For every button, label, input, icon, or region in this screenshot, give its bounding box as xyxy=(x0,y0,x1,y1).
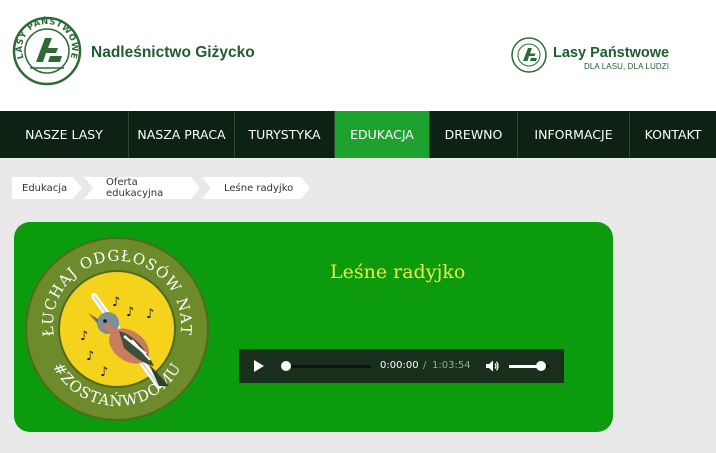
progress-thumb[interactable] xyxy=(281,361,291,371)
brand-block[interactable]: Lasy Państwowe DLA LASU, DLA LUDZI xyxy=(553,45,670,72)
lasy-panstwowe-logo-icon[interactable]: LASY PAŃSTWOWE xyxy=(12,15,82,86)
time-total: 1:03:54 xyxy=(432,360,471,371)
brand-name: Lasy Państwowe xyxy=(553,45,670,61)
nature-sounds-badge: POSŁUCHAJ ODGŁOSÓW NATURY #ZOSTAŃWDOMU ♪… xyxy=(17,222,210,422)
nav-item-informacje[interactable]: INFORMACJE xyxy=(518,111,630,158)
nav-item-nasza-praca[interactable]: NASZA PRACA xyxy=(129,111,235,158)
audio-player: 0:00:00 / 1:03:54 xyxy=(239,349,564,383)
breadcrumb-item-oferta[interactable]: Oferta edukacyjna xyxy=(84,177,200,199)
time-current: 0:00:00 xyxy=(380,360,419,371)
svg-text:♪: ♪ xyxy=(86,349,94,364)
svg-text:♪: ♪ xyxy=(126,305,134,320)
lasy-panstwowe-logo-small-icon[interactable] xyxy=(511,37,547,73)
play-icon[interactable] xyxy=(254,360,264,372)
breadcrumb: Edukacja Oferta edukacyjna Leśne radyjko xyxy=(12,177,312,199)
breadcrumb-item-current: Leśne radyjko xyxy=(202,177,310,199)
svg-text:♪: ♪ xyxy=(146,307,154,322)
site-header: LASY PAŃSTWOWE Nadleśnictwo Giżycko Lasy… xyxy=(0,0,716,111)
nav-item-turystyka[interactable]: TURYSTYKA xyxy=(235,111,335,158)
svg-text:♪: ♪ xyxy=(100,365,108,380)
card-title: Leśne radyjko xyxy=(330,261,466,283)
svg-text:♪: ♪ xyxy=(80,329,88,344)
radio-card: POSŁUCHAJ ODGŁOSÓW NATURY #ZOSTAŃWDOMU ♪… xyxy=(14,222,613,432)
site-title[interactable]: Nadleśnictwo Giżycko xyxy=(91,44,255,62)
brand-slogan: DLA LASU, DLA LUDZI xyxy=(584,62,670,71)
breadcrumb-item-edukacja[interactable]: Edukacja xyxy=(12,177,82,199)
nav-item-nasze-lasy[interactable]: NASZE LASY xyxy=(0,111,129,158)
progress-track[interactable] xyxy=(286,365,371,368)
svg-text:♪: ♪ xyxy=(112,295,120,310)
nav-item-edukacja[interactable]: EDUKACJA xyxy=(335,111,430,158)
volume-icon[interactable] xyxy=(484,358,500,374)
main-nav: NASZE LASY NASZA PRACA TURYSTYKA EDUKACJ… xyxy=(0,111,716,158)
volume-thumb[interactable] xyxy=(536,361,546,371)
nav-item-kontakt[interactable]: KONTAKT xyxy=(630,111,716,158)
nav-item-drewno[interactable]: DREWNO xyxy=(430,111,518,158)
time-separator: / xyxy=(423,360,427,371)
